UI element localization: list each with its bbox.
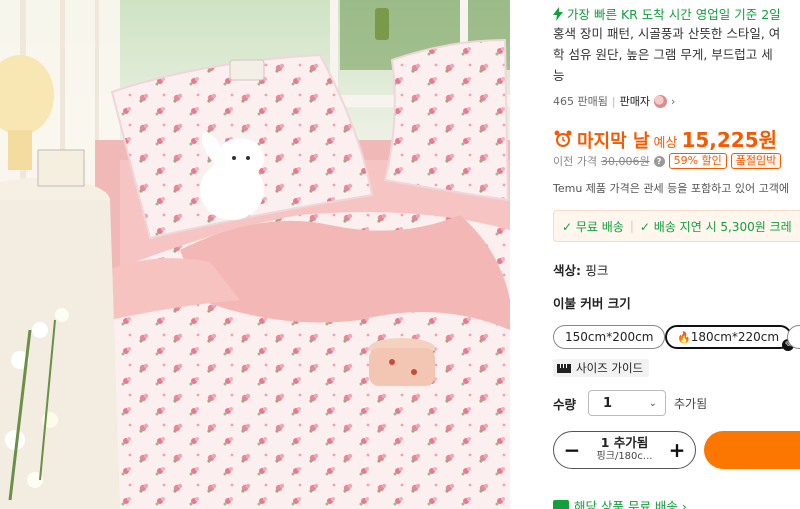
price-row: 마지막 날 예상 15,225원: [553, 124, 777, 153]
fast-delivery-text: 가장 빠른 KR 도착 시간 영업일 기준 2일: [567, 7, 781, 22]
product-info-panel: 가장 빠른 KR 도착 시간 영업일 기준 2일 홍색 장미 패턴, 시골풍과 …: [510, 0, 800, 509]
shipping-benefits-box[interactable]: ✓ 무료 배송 | ✓ 배송 지연 시 5,300원 크레: [553, 210, 800, 242]
description-line-1: 홍색 장미 패턴, 시골풍과 산뜻한 스타일, 여: [553, 26, 781, 41]
added-label: 추가됨: [674, 396, 708, 411]
size-guide-text: 사이즈 가이드: [576, 361, 644, 375]
size-option-180x220-selected[interactable]: 🔥180cm*220cm ✎: [665, 325, 795, 351]
quantity-label: 수량: [553, 396, 577, 412]
increase-button[interactable]: +: [667, 440, 687, 460]
hot-flame-icon: 🔥: [677, 331, 691, 344]
product-image[interactable]: [0, 0, 510, 509]
discount-badge: 59% 할인: [668, 153, 727, 169]
stepper-summary: 1 추가됨 핑크/180c...: [597, 436, 653, 464]
description-line-3: 능: [553, 68, 565, 83]
size-option-label: 180cm*220cm: [690, 330, 780, 344]
previous-price-label: 이전 가격: [553, 155, 597, 168]
price-note: Temu 제품 가격은 관세 등을 포함하고 있어 고객에: [553, 182, 789, 195]
decrease-button[interactable]: −: [562, 440, 582, 460]
divider: |: [629, 219, 634, 233]
seller-avatar-icon[interactable]: [653, 94, 667, 108]
estimated-label: 예상: [653, 136, 678, 151]
bedding-photo: [0, 0, 510, 509]
color-value: 핑크: [585, 263, 609, 278]
free-shipping-promo[interactable]: 해당 상품 무료 배송 ›: [553, 496, 687, 509]
cart-quantity-stepper: − 1 추가됨 핑크/180c... +: [553, 431, 696, 469]
selected-variant: 핑크/180c...: [596, 451, 653, 462]
previous-price: 30,006원: [600, 155, 650, 168]
help-icon[interactable]: ?: [653, 155, 665, 167]
free-shipping-text: ✓ 무료 배송: [562, 219, 624, 234]
seller-label[interactable]: 판매자: [620, 93, 650, 109]
separator: |: [611, 94, 616, 108]
size-option-150x200[interactable]: 150cm*200cm: [553, 325, 666, 349]
last-day-label: 마지막 날: [577, 131, 650, 152]
fast-delivery-line: 가장 빠른 KR 도착 시간 영업일 기준 2일: [553, 4, 781, 23]
added-count: 1 추가됨: [600, 435, 649, 450]
current-price: 15,225원: [681, 128, 778, 152]
ruler-icon: [557, 363, 571, 373]
seller-chevron-icon[interactable]: ›: [671, 95, 675, 108]
delay-credit-text: ✓ 배송 지연 시 5,300원 크레: [639, 219, 792, 234]
size-label: 이불 커버 크기: [553, 296, 631, 311]
quantity-row: 수량 1 ⌄ 추가됨: [553, 390, 707, 416]
add-to-cart-button[interactable]: [704, 431, 800, 469]
almost-sold-out-badge: 품절임박: [730, 153, 782, 169]
sold-seller-row: 465 판매됨 | 판매자 ›: [553, 93, 675, 109]
color-label-text: 색상:: [553, 263, 581, 278]
previous-price-row: 이전 가격 30,006원 ? 59% 할인 품절임박: [553, 153, 782, 169]
quantity-select[interactable]: 1 ⌄: [588, 390, 667, 416]
sold-count: 465 판매됨: [553, 95, 608, 108]
quantity-value: 1: [603, 395, 613, 411]
size-guide-link[interactable]: 사이즈 가이드: [553, 359, 650, 377]
color-label: 색상: 핑크: [553, 260, 608, 279]
promo-text: 해당 상품 무료 배송 ›: [574, 499, 687, 509]
lightning-icon: [553, 6, 563, 21]
alarm-clock-icon: [554, 130, 572, 147]
description-line-2: 학 섬유 원단, 높은 그램 무게, 부드럽고 세: [553, 47, 773, 62]
truck-icon: [553, 500, 569, 509]
chevron-down-icon: ⌄: [648, 397, 658, 409]
